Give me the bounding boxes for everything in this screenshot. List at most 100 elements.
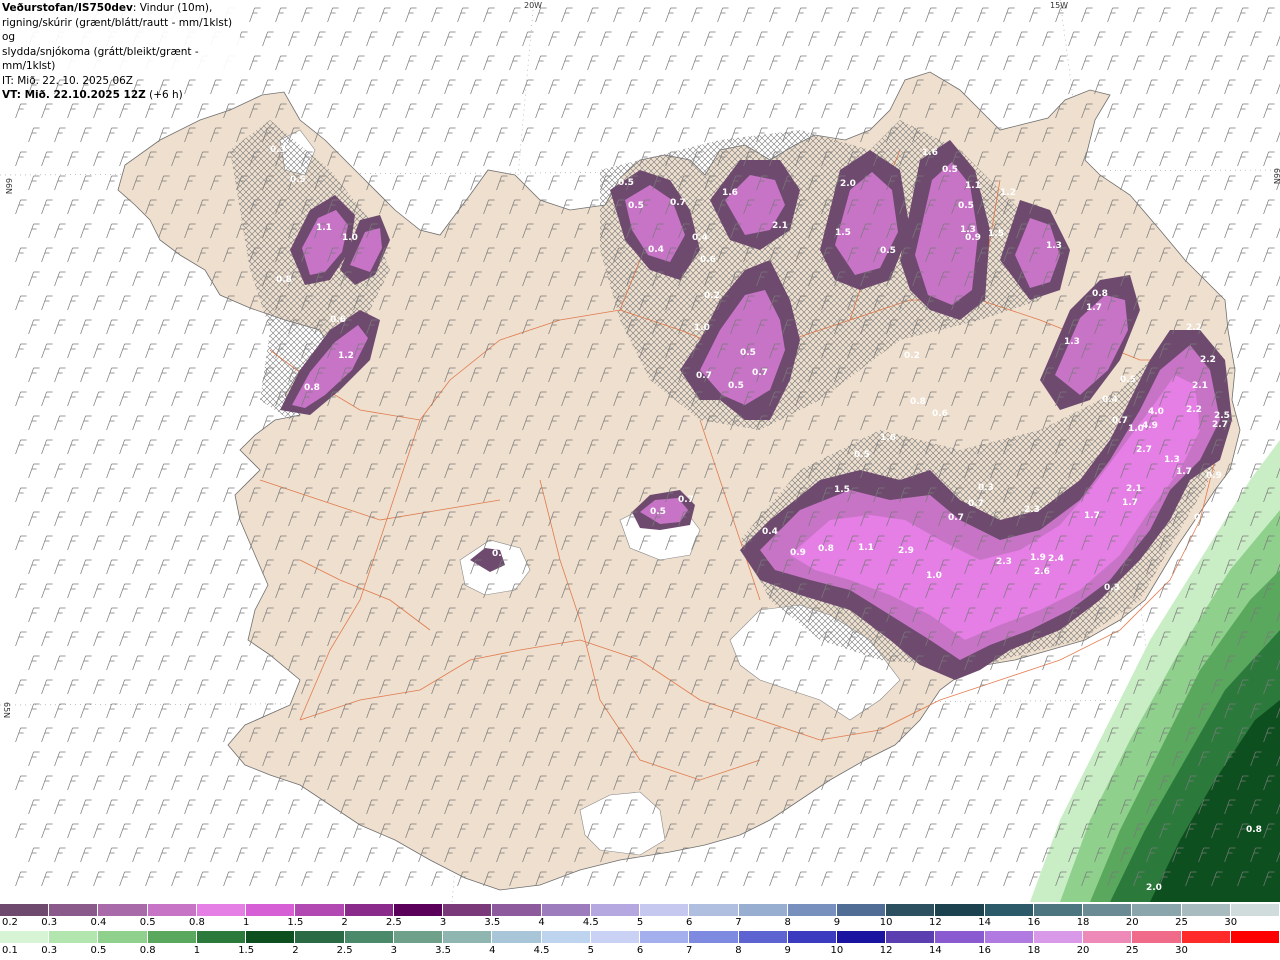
legend-label: 3.5 <box>435 945 452 956</box>
legend-swatch <box>541 904 591 916</box>
legend-label: 8 <box>735 945 742 956</box>
precip-value: 0.8 <box>304 383 320 393</box>
precip-value: 1.5 <box>988 229 1004 239</box>
legend-label: 0.5 <box>139 917 156 928</box>
title-line-1: Veðurstofan/IS750dev: Vindur (10m), <box>2 1 238 16</box>
legend-swatch <box>393 904 444 916</box>
legend-label: 12 <box>929 917 942 928</box>
valid-time: VT: Mið. 22.10.2025 12Z (+6 h) <box>2 88 238 103</box>
precip-value: 2.1 <box>772 221 788 231</box>
precip-value: 1.0 <box>926 571 942 581</box>
precip-value: 0.4 <box>648 245 664 255</box>
precip-value: 1.0 <box>694 323 710 333</box>
legend-swatch <box>836 931 887 943</box>
legend-swatch <box>886 931 936 943</box>
legend-label: 20 <box>1125 917 1139 928</box>
precip-value: 1.3 <box>1064 337 1080 347</box>
legend-swatch <box>492 931 542 943</box>
legend-label: 1 <box>193 945 201 956</box>
precip-value: 0.8 <box>1246 825 1262 835</box>
precip-value: 0.2 <box>904 351 920 361</box>
lat-label-bottom-left: 65N <box>2 702 11 718</box>
precip-value: 1.0 <box>1128 424 1144 434</box>
precip-value: 2.9 <box>898 546 914 556</box>
snow-legend-labels: 0.2 0.3 0.4 0.5 0.8 1 1.5 2 2.5 3 3.5 4 4.5 5 6 7 8 9 10 12… <box>0 917 1280 931</box>
precip-value: 2.0 <box>840 179 856 189</box>
precip-value: 0.5 <box>492 549 508 559</box>
legend-label: 9 <box>784 945 791 956</box>
legend-label: 2.5 <box>336 945 353 956</box>
legend-swatch <box>49 904 99 916</box>
legend-swatch <box>492 904 542 916</box>
legend-label: 2 <box>292 945 299 956</box>
legend-swatch <box>738 904 788 916</box>
legend-swatch <box>1033 931 1084 943</box>
precip-value: 2.1 <box>1126 484 1142 494</box>
rain-legend-labels: 0.1 0.3 0.5 0.8 1 1.5 2 2.5 3 3.5 4 4.5 5 6 7 8 9 10 12 14 1… <box>0 945 1280 959</box>
precip-value: 0.5 <box>1120 375 1136 385</box>
legend-swatch <box>196 904 247 916</box>
legend-label: 7 <box>735 917 742 928</box>
precip-value: 0.5 <box>880 246 896 256</box>
precip-value: 1.2 <box>338 351 354 361</box>
legend-swatch <box>1033 904 1084 916</box>
title-line-3: slydda/snjókoma (grátt/bleikt/grænt - mm… <box>2 45 199 73</box>
legend-label: 0.5 <box>90 945 107 956</box>
legend-swatch <box>984 931 1034 943</box>
precip-value: 1.5 <box>834 485 850 495</box>
legend-swatch <box>1181 931 1231 943</box>
legend-label: 3 <box>439 917 447 928</box>
legend-label: 1.5 <box>238 945 255 956</box>
precip-value: 2.2 <box>1186 405 1202 415</box>
legend-label: 18 <box>1076 917 1090 928</box>
legend-label: 0.4 <box>90 917 107 928</box>
precip-value: 1.1 <box>858 543 874 553</box>
precip-value: 0.7 <box>752 368 768 378</box>
precip-value: 0.8 <box>910 397 926 407</box>
legend-label: 25 <box>1125 945 1139 956</box>
legend-label: 10 <box>879 917 893 928</box>
legend-label: 0.1 <box>2 945 18 956</box>
precip-value: 1.3 <box>1164 455 1180 465</box>
legend-swatch <box>393 931 444 943</box>
precip-value: 0.8 <box>818 544 834 554</box>
precip-value: 2.1 <box>1192 381 1208 391</box>
legend-swatch <box>738 931 788 943</box>
precip-value: 0.8 <box>1194 513 1210 523</box>
legend-swatch <box>590 904 641 916</box>
legend-label: 25 <box>1175 917 1188 928</box>
precip-value: 0.5 <box>618 178 634 188</box>
legend-label: 30 <box>1175 945 1188 956</box>
lon-label-15w: 15W <box>1050 1 1068 10</box>
legend-swatch <box>147 904 197 916</box>
precip-value: 2.7 <box>1212 420 1228 430</box>
legend-swatch <box>98 931 148 943</box>
precip-value: 0.5 <box>854 450 870 460</box>
precip-value: 0.6 <box>330 315 346 325</box>
legend-label: 4.5 <box>533 945 550 956</box>
precip-value: 0.7 <box>1112 416 1128 426</box>
legend-swatch <box>246 904 296 916</box>
precip-value: 0.8 <box>1092 289 1108 299</box>
legend-label: 0.3 <box>41 945 58 956</box>
precip-value: 0.7 <box>678 495 694 505</box>
precip-value: 0.9 <box>1206 471 1222 481</box>
snow-legend-bar <box>0 904 1280 916</box>
precip-value: 1.7 <box>1084 511 1100 521</box>
legend-swatch <box>0 904 50 916</box>
legend-swatch <box>147 931 197 943</box>
legend-swatch <box>984 904 1034 916</box>
legend-swatch <box>689 904 739 916</box>
precip-value: 1.7 <box>1176 467 1192 477</box>
legend-label: 3 <box>390 945 398 956</box>
legend-swatch <box>935 904 985 916</box>
precip-value: 0.5 <box>942 165 958 175</box>
precip-value: 0.3 <box>978 483 994 493</box>
map-title-box: Veðurstofan/IS750dev: Vindur (10m), rign… <box>0 0 240 101</box>
legend-swatch <box>0 931 50 943</box>
precip-value: 1.6 <box>880 433 896 443</box>
precip-value: 0.5 <box>290 175 306 185</box>
legend-swatch <box>344 931 394 943</box>
legend-swatch <box>689 931 739 943</box>
legend-swatch <box>1132 931 1182 943</box>
